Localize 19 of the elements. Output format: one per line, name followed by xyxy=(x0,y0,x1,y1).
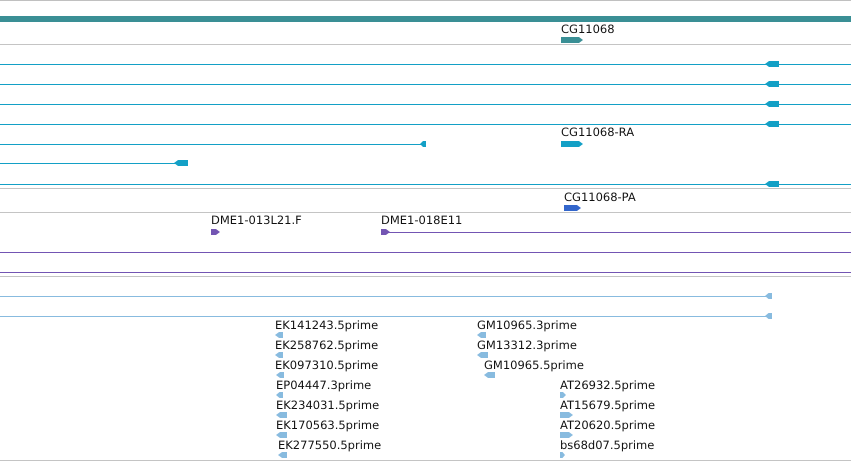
feature-label: GM13312.3prime xyxy=(477,338,577,352)
feature-label: AT26932.5prime xyxy=(560,378,656,392)
feature-label: CG11068 xyxy=(561,22,615,36)
feature-label: EK234031.5prime xyxy=(276,398,380,412)
feature-label: EP04447.3prime xyxy=(276,378,372,392)
feature-label: bs68d07.5prime xyxy=(560,438,654,452)
feature-label: GM10965.3prime xyxy=(477,318,577,332)
feature-label: EK170563.5prime xyxy=(276,418,380,432)
feature-label: AT15679.5prime xyxy=(560,398,656,412)
feature-label: EK277550.5prime xyxy=(278,438,382,452)
feature-label: EK097310.5prime xyxy=(275,358,378,372)
feature-label: AT20620.5prime xyxy=(560,418,656,432)
feature-label: EK141243.5prime xyxy=(275,318,378,332)
feature-label: CG11068-PA xyxy=(564,190,636,204)
feature-label: DME1-018E11 xyxy=(381,213,462,227)
feature-label: DME1-013L21.F xyxy=(211,213,302,227)
feature-label: EK258762.5prime xyxy=(275,338,378,352)
feature-label: GM10965.5prime xyxy=(484,358,584,372)
feature-label: CG11068-RA xyxy=(561,125,634,139)
